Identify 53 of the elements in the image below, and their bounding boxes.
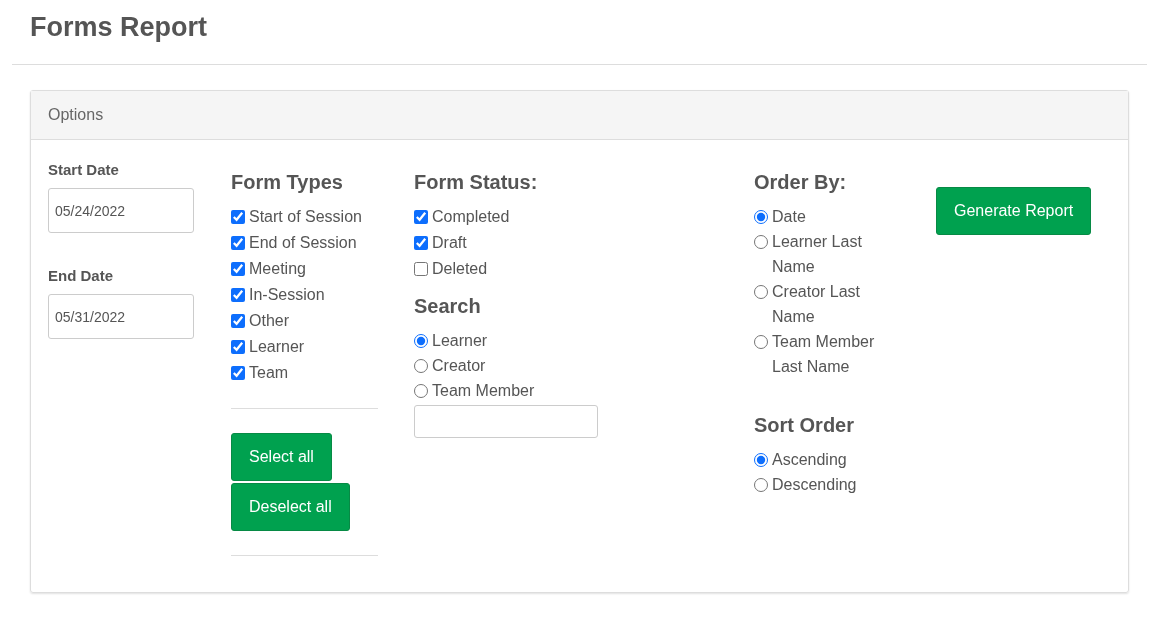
section-heading: Sort Order: [754, 413, 856, 437]
checkbox[interactable]: [414, 236, 428, 250]
radio-label: Creator: [432, 356, 486, 376]
section-heading: Order By:: [754, 170, 848, 194]
checkbox-label: Deleted: [432, 259, 488, 279]
radio-label: Creator Last Name: [772, 282, 862, 327]
select-all-button[interactable]: Select all: [231, 433, 332, 481]
date-field[interactable]: 05/24/2022: [48, 188, 194, 233]
radio-button[interactable]: [414, 334, 428, 348]
radio-button[interactable]: [754, 335, 768, 349]
checkbox[interactable]: [231, 340, 245, 354]
section-heading: Form Types: [231, 170, 344, 194]
radio-label: Learner Last Name: [772, 232, 863, 277]
search-field[interactable]: [414, 405, 598, 438]
radio-label: Descending: [772, 475, 857, 495]
generate-report-button[interactable]: Generate Report: [936, 187, 1092, 235]
checkbox-label: Draft: [432, 233, 467, 253]
checkbox-label: Meeting: [249, 259, 306, 279]
checkbox[interactable]: [231, 314, 245, 328]
checkbox-label: End of Session: [249, 233, 357, 253]
radio-button[interactable]: [414, 359, 428, 373]
checkbox-label: In-Session: [249, 285, 325, 305]
checkbox[interactable]: [414, 262, 428, 276]
field-label: Start Date: [48, 160, 120, 180]
panel-header: Options: [31, 91, 1128, 140]
checkbox-label: Team: [249, 363, 289, 383]
checkbox[interactable]: [231, 262, 245, 276]
checkbox[interactable]: [231, 236, 245, 250]
radio-label: Date: [772, 207, 806, 227]
deselect-all-button[interactable]: Deselect all: [231, 483, 350, 531]
checkbox[interactable]: [231, 288, 245, 302]
checkbox-label: Completed: [432, 207, 510, 227]
checkbox-label: Other: [249, 311, 289, 331]
radio-button[interactable]: [754, 235, 768, 249]
field-label: End Date: [48, 266, 114, 286]
radio-button[interactable]: [754, 478, 768, 492]
section-heading: Form Status:: [414, 170, 539, 194]
radio-button[interactable]: [754, 453, 768, 467]
radio-button[interactable]: [754, 210, 768, 224]
page-title: Forms Report: [30, 11, 209, 44]
section-heading: Search: [414, 294, 482, 318]
checkbox-label: Start of Session: [249, 207, 362, 227]
date-field[interactable]: 05/31/2022: [48, 294, 194, 339]
radio-label: Ascending: [772, 450, 847, 470]
checkbox[interactable]: [231, 210, 245, 224]
radio-button[interactable]: [754, 285, 768, 299]
radio-button[interactable]: [414, 384, 428, 398]
radio-label: Team Member Last Name: [772, 332, 876, 377]
radio-label: Learner: [432, 331, 488, 351]
radio-label: Team Member: [432, 381, 535, 401]
checkbox[interactable]: [231, 366, 245, 380]
checkbox[interactable]: [414, 210, 428, 224]
checkbox-label: Learner: [249, 337, 305, 357]
